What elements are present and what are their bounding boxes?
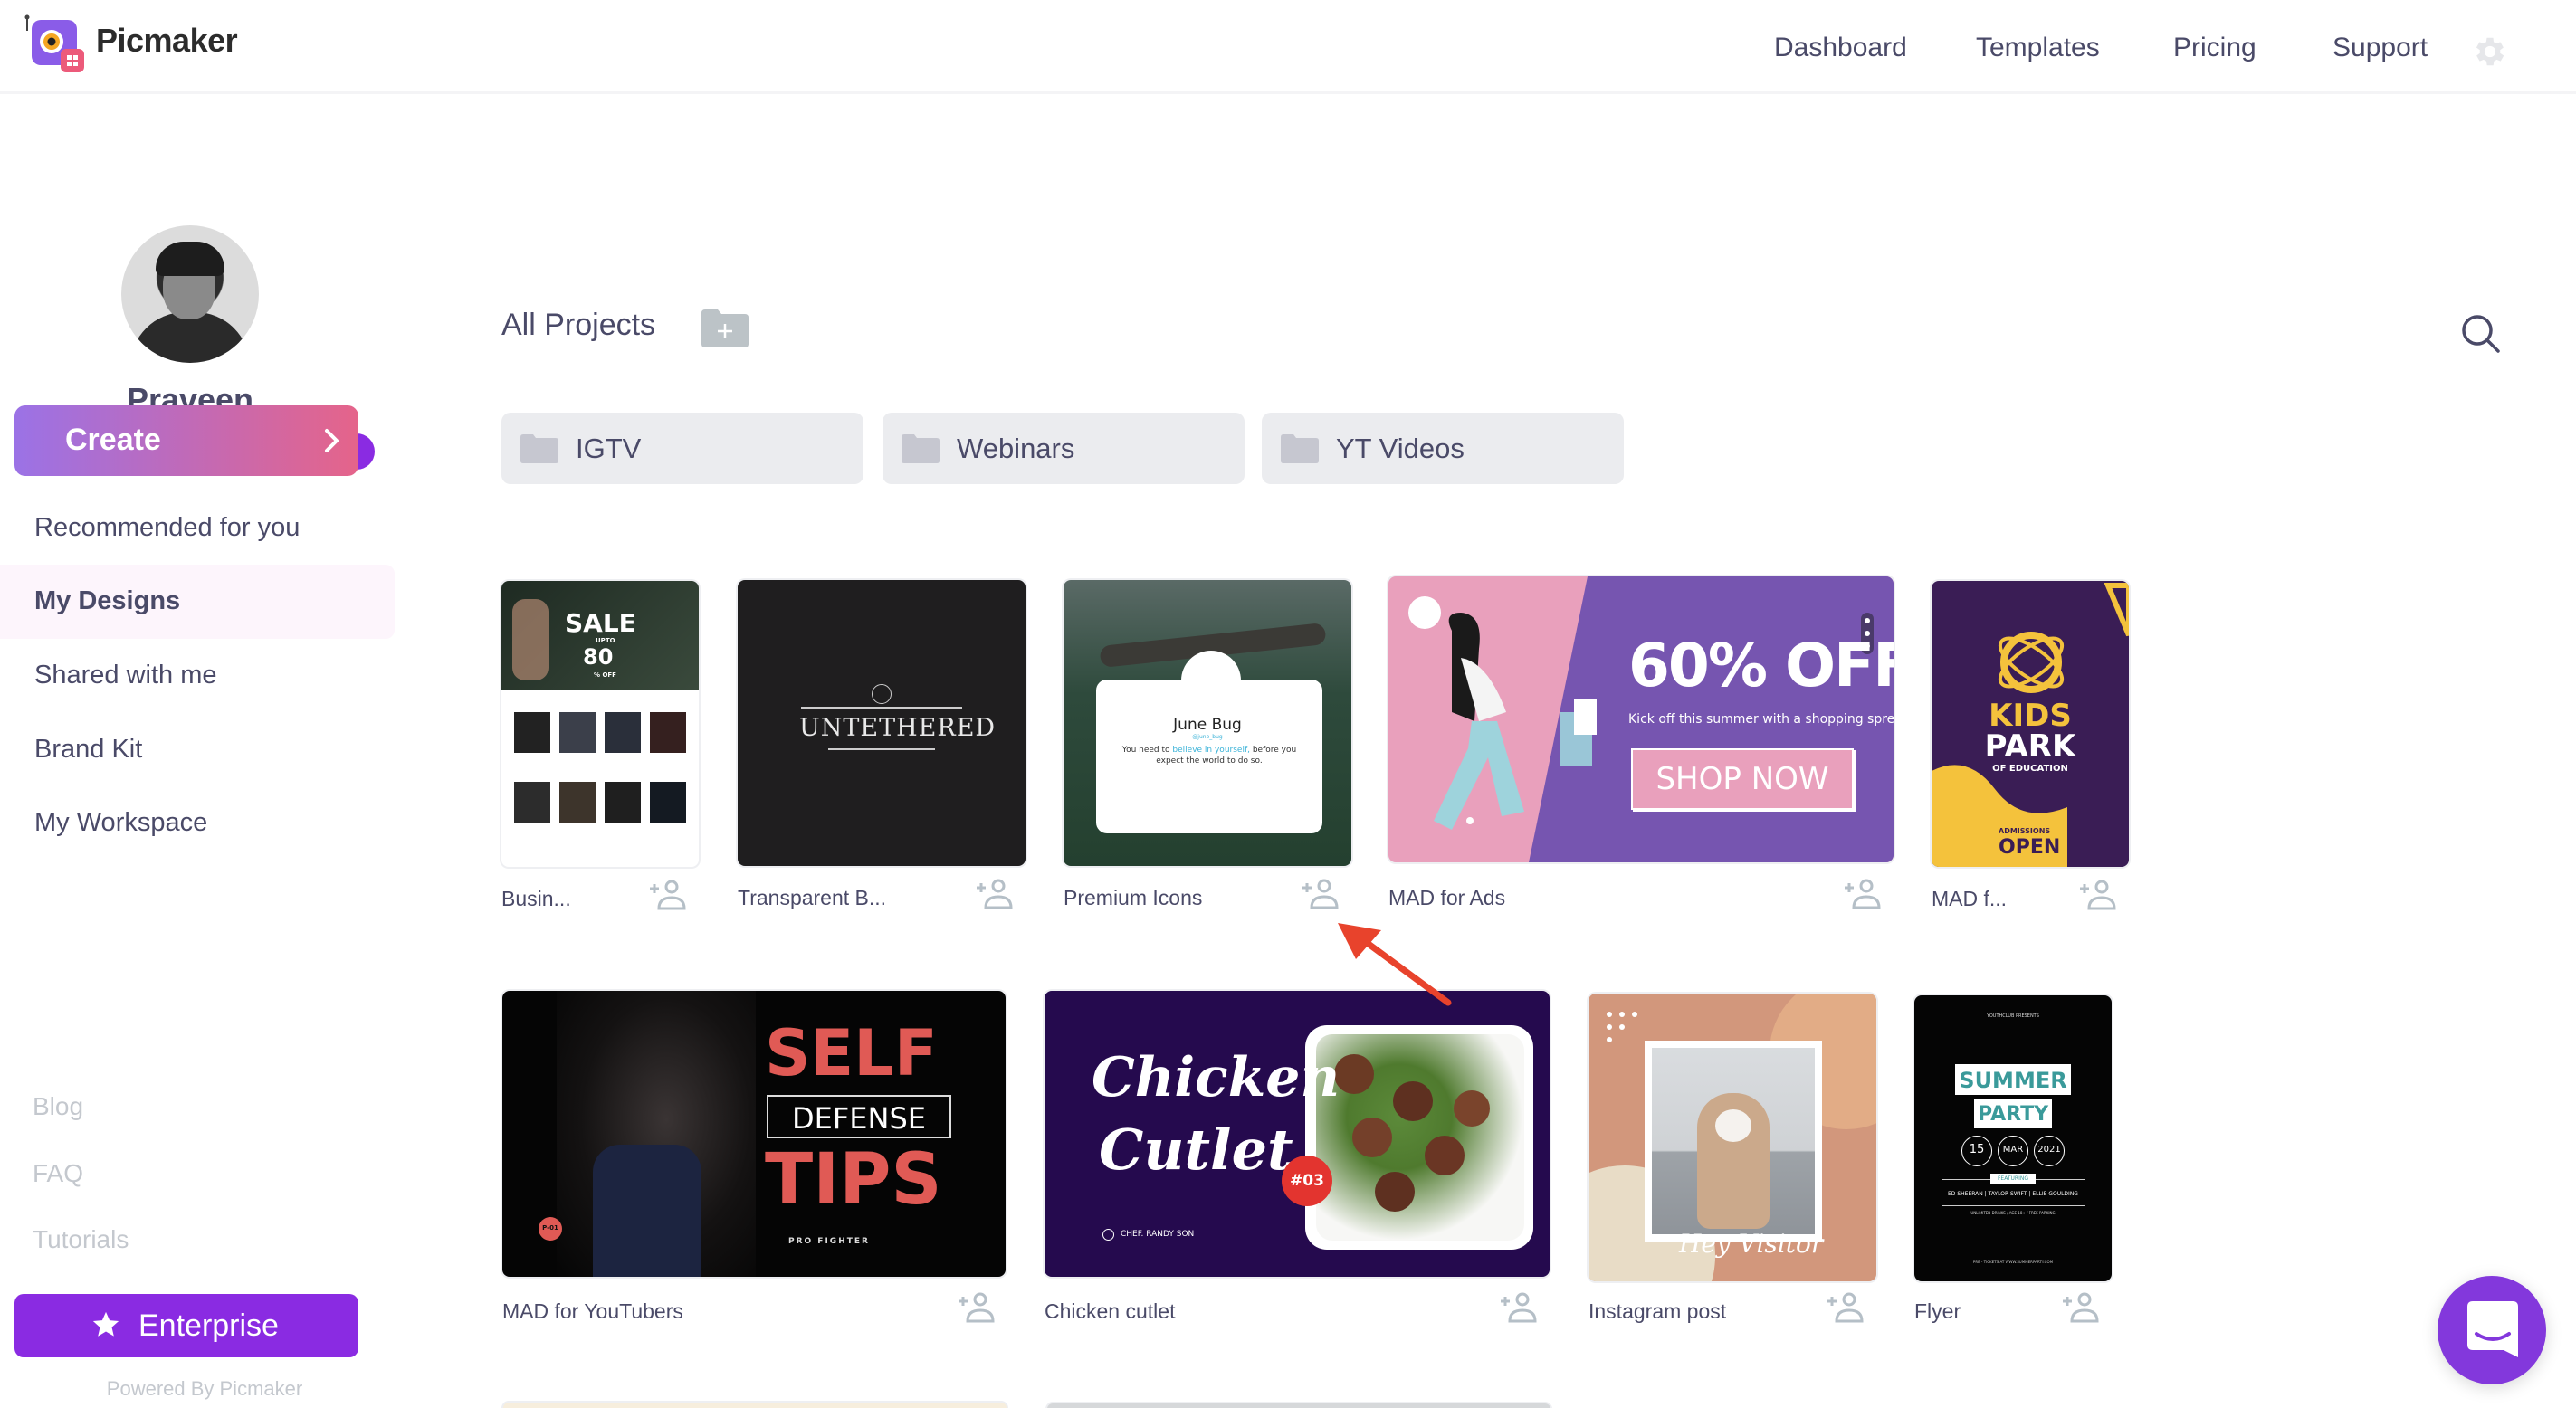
sidebar-item-label: Brand Kit xyxy=(34,735,143,764)
add-collaborator-icon[interactable] xyxy=(648,880,686,910)
add-collaborator-icon[interactable] xyxy=(1499,1292,1537,1323)
gear-icon[interactable] xyxy=(2471,33,2509,71)
sidebar-item-brand-kit[interactable]: Brand Kit xyxy=(0,713,395,787)
page-title: All Projects xyxy=(501,308,656,342)
design-thumbnail[interactable]: SALE UPTO 80 % OFF xyxy=(501,581,699,867)
create-label: Create xyxy=(65,423,161,457)
top-header: Picmaker Dashboard Templates Pricing Sup… xyxy=(0,0,2576,94)
add-collaborator-icon[interactable] xyxy=(2061,1292,2099,1323)
nav-dashboard[interactable]: Dashboard xyxy=(1774,33,1907,63)
add-collaborator-icon[interactable] xyxy=(1826,1292,1864,1323)
add-collaborator-icon[interactable] xyxy=(2078,880,2116,910)
design-thumbnail[interactable]: P-01 SELF DEFENSE TIPS PRO FIGHTER xyxy=(502,991,1006,1277)
design-thumbnail-partial[interactable] xyxy=(1047,1403,1550,1408)
design-thumbnail[interactable]: 60% OFF Kick off this summer with a shop… xyxy=(1388,576,1894,862)
tutorials-link[interactable]: Tutorials xyxy=(33,1225,129,1254)
design-card[interactable]: Hey Visitor Instagram post xyxy=(1589,994,1878,1345)
design-title[interactable]: MAD for YouTubers xyxy=(502,1299,683,1324)
folder-webinars[interactable]: Webinars xyxy=(883,413,1245,484)
nav-templates[interactable]: Templates xyxy=(1976,33,2100,63)
design-card[interactable]: 60% OFF Kick off this summer with a shop… xyxy=(1388,576,1894,933)
design-title[interactable]: Busin... xyxy=(501,887,571,911)
powered-by: Powered By Picmaker xyxy=(106,1377,303,1400)
sidebar-item-my-workspace[interactable]: My Workspace xyxy=(0,786,395,861)
enterprise-label: Enterprise xyxy=(138,1308,279,1343)
design-card[interactable]: P-01 SELF DEFENSE TIPS PRO FIGHTER MAD f… xyxy=(502,991,1007,1344)
folder-icon xyxy=(520,434,558,463)
sidebar-item-recommended[interactable]: Recommended for you xyxy=(0,491,395,566)
design-title[interactable]: Premium Icons xyxy=(1064,886,1202,910)
design-thumbnail[interactable]: June Bug @june_bug You need to believe i… xyxy=(1064,580,1351,866)
sidebar: Praveen ABC Enterprise Enterprise Create… xyxy=(0,97,395,1408)
design-thumbnail[interactable]: KIDS PARK OF EDUCATION ADMISSIONS OPEN xyxy=(1932,581,2129,867)
nav-support[interactable]: Support xyxy=(2333,33,2428,63)
design-title[interactable]: Instagram post xyxy=(1589,1299,1726,1324)
folder-name: IGTV xyxy=(576,433,642,464)
design-title[interactable]: Transparent B... xyxy=(738,886,886,910)
design-card[interactable]: Chicken Cutlet #03 CHEF. RANDY SON Chick… xyxy=(1045,991,1550,1344)
star-icon xyxy=(92,1311,119,1337)
design-title[interactable]: Chicken cutlet xyxy=(1045,1299,1175,1324)
design-card[interactable]: SALE UPTO 80 % OFF Busin... xyxy=(501,581,699,934)
design-thumbnail-partial[interactable] xyxy=(503,1403,1007,1408)
sidebar-item-shared-with-me[interactable]: Shared with me xyxy=(0,639,395,713)
folder-icon xyxy=(1281,434,1319,463)
annotation-arrow xyxy=(1338,923,1452,1006)
sidebar-item-label: My Designs xyxy=(34,586,181,615)
design-thumbnail[interactable]: UNTETHERED xyxy=(738,580,1026,866)
new-folder-button[interactable] xyxy=(700,308,750,349)
add-collaborator-icon[interactable] xyxy=(1843,879,1881,909)
add-collaborator-icon[interactable] xyxy=(975,879,1013,909)
blog-link[interactable]: Blog xyxy=(33,1092,83,1121)
sidebar-item-label: Shared with me xyxy=(34,661,217,690)
design-card[interactable]: YOUTHCLUB PRESENTS SUMMER PARTY 15 MAR 2… xyxy=(1914,995,2132,1345)
design-thumbnail[interactable]: Hey Visitor xyxy=(1589,994,1876,1281)
picmaker-logo-icon[interactable] xyxy=(24,14,88,74)
avatar[interactable] xyxy=(121,225,259,363)
design-card[interactable]: June Bug @june_bug You need to believe i… xyxy=(1064,580,1351,933)
brand-name[interactable]: Picmaker xyxy=(96,22,238,60)
create-button[interactable]: Create xyxy=(14,405,358,476)
folder-name: Webinars xyxy=(957,433,1075,464)
chevron-right-icon xyxy=(325,429,339,452)
faq-link[interactable]: FAQ xyxy=(33,1159,83,1188)
design-card[interactable]: UNTETHERED Transparent B... xyxy=(738,580,1026,933)
nav-pricing[interactable]: Pricing xyxy=(2173,33,2256,63)
design-title[interactable]: MAD f... xyxy=(1932,887,2007,911)
chat-support-button[interactable] xyxy=(2438,1276,2546,1384)
folder-name: YT Videos xyxy=(1336,433,1465,464)
folder-icon xyxy=(902,434,940,463)
folder-yt-videos[interactable]: YT Videos xyxy=(1262,413,1624,484)
enterprise-button[interactable]: Enterprise xyxy=(14,1294,358,1357)
design-thumbnail[interactable]: Chicken Cutlet #03 CHEF. RANDY SON xyxy=(1045,991,1550,1277)
sidebar-item-label: My Workspace xyxy=(34,808,208,837)
design-card[interactable]: KIDS PARK OF EDUCATION ADMISSIONS OPEN M… xyxy=(1932,581,2131,934)
design-title[interactable]: Flyer xyxy=(1914,1299,1961,1324)
search-icon[interactable] xyxy=(2458,311,2504,357)
chat-icon xyxy=(2467,1301,2518,1357)
add-collaborator-icon[interactable] xyxy=(957,1292,995,1323)
folder-igtv[interactable]: IGTV xyxy=(501,413,863,484)
sidebar-item-my-designs[interactable]: My Designs xyxy=(0,565,395,639)
design-thumbnail[interactable]: YOUTHCLUB PRESENTS SUMMER PARTY 15 MAR 2… xyxy=(1914,995,2112,1281)
sidebar-item-label: Recommended for you xyxy=(34,513,301,542)
